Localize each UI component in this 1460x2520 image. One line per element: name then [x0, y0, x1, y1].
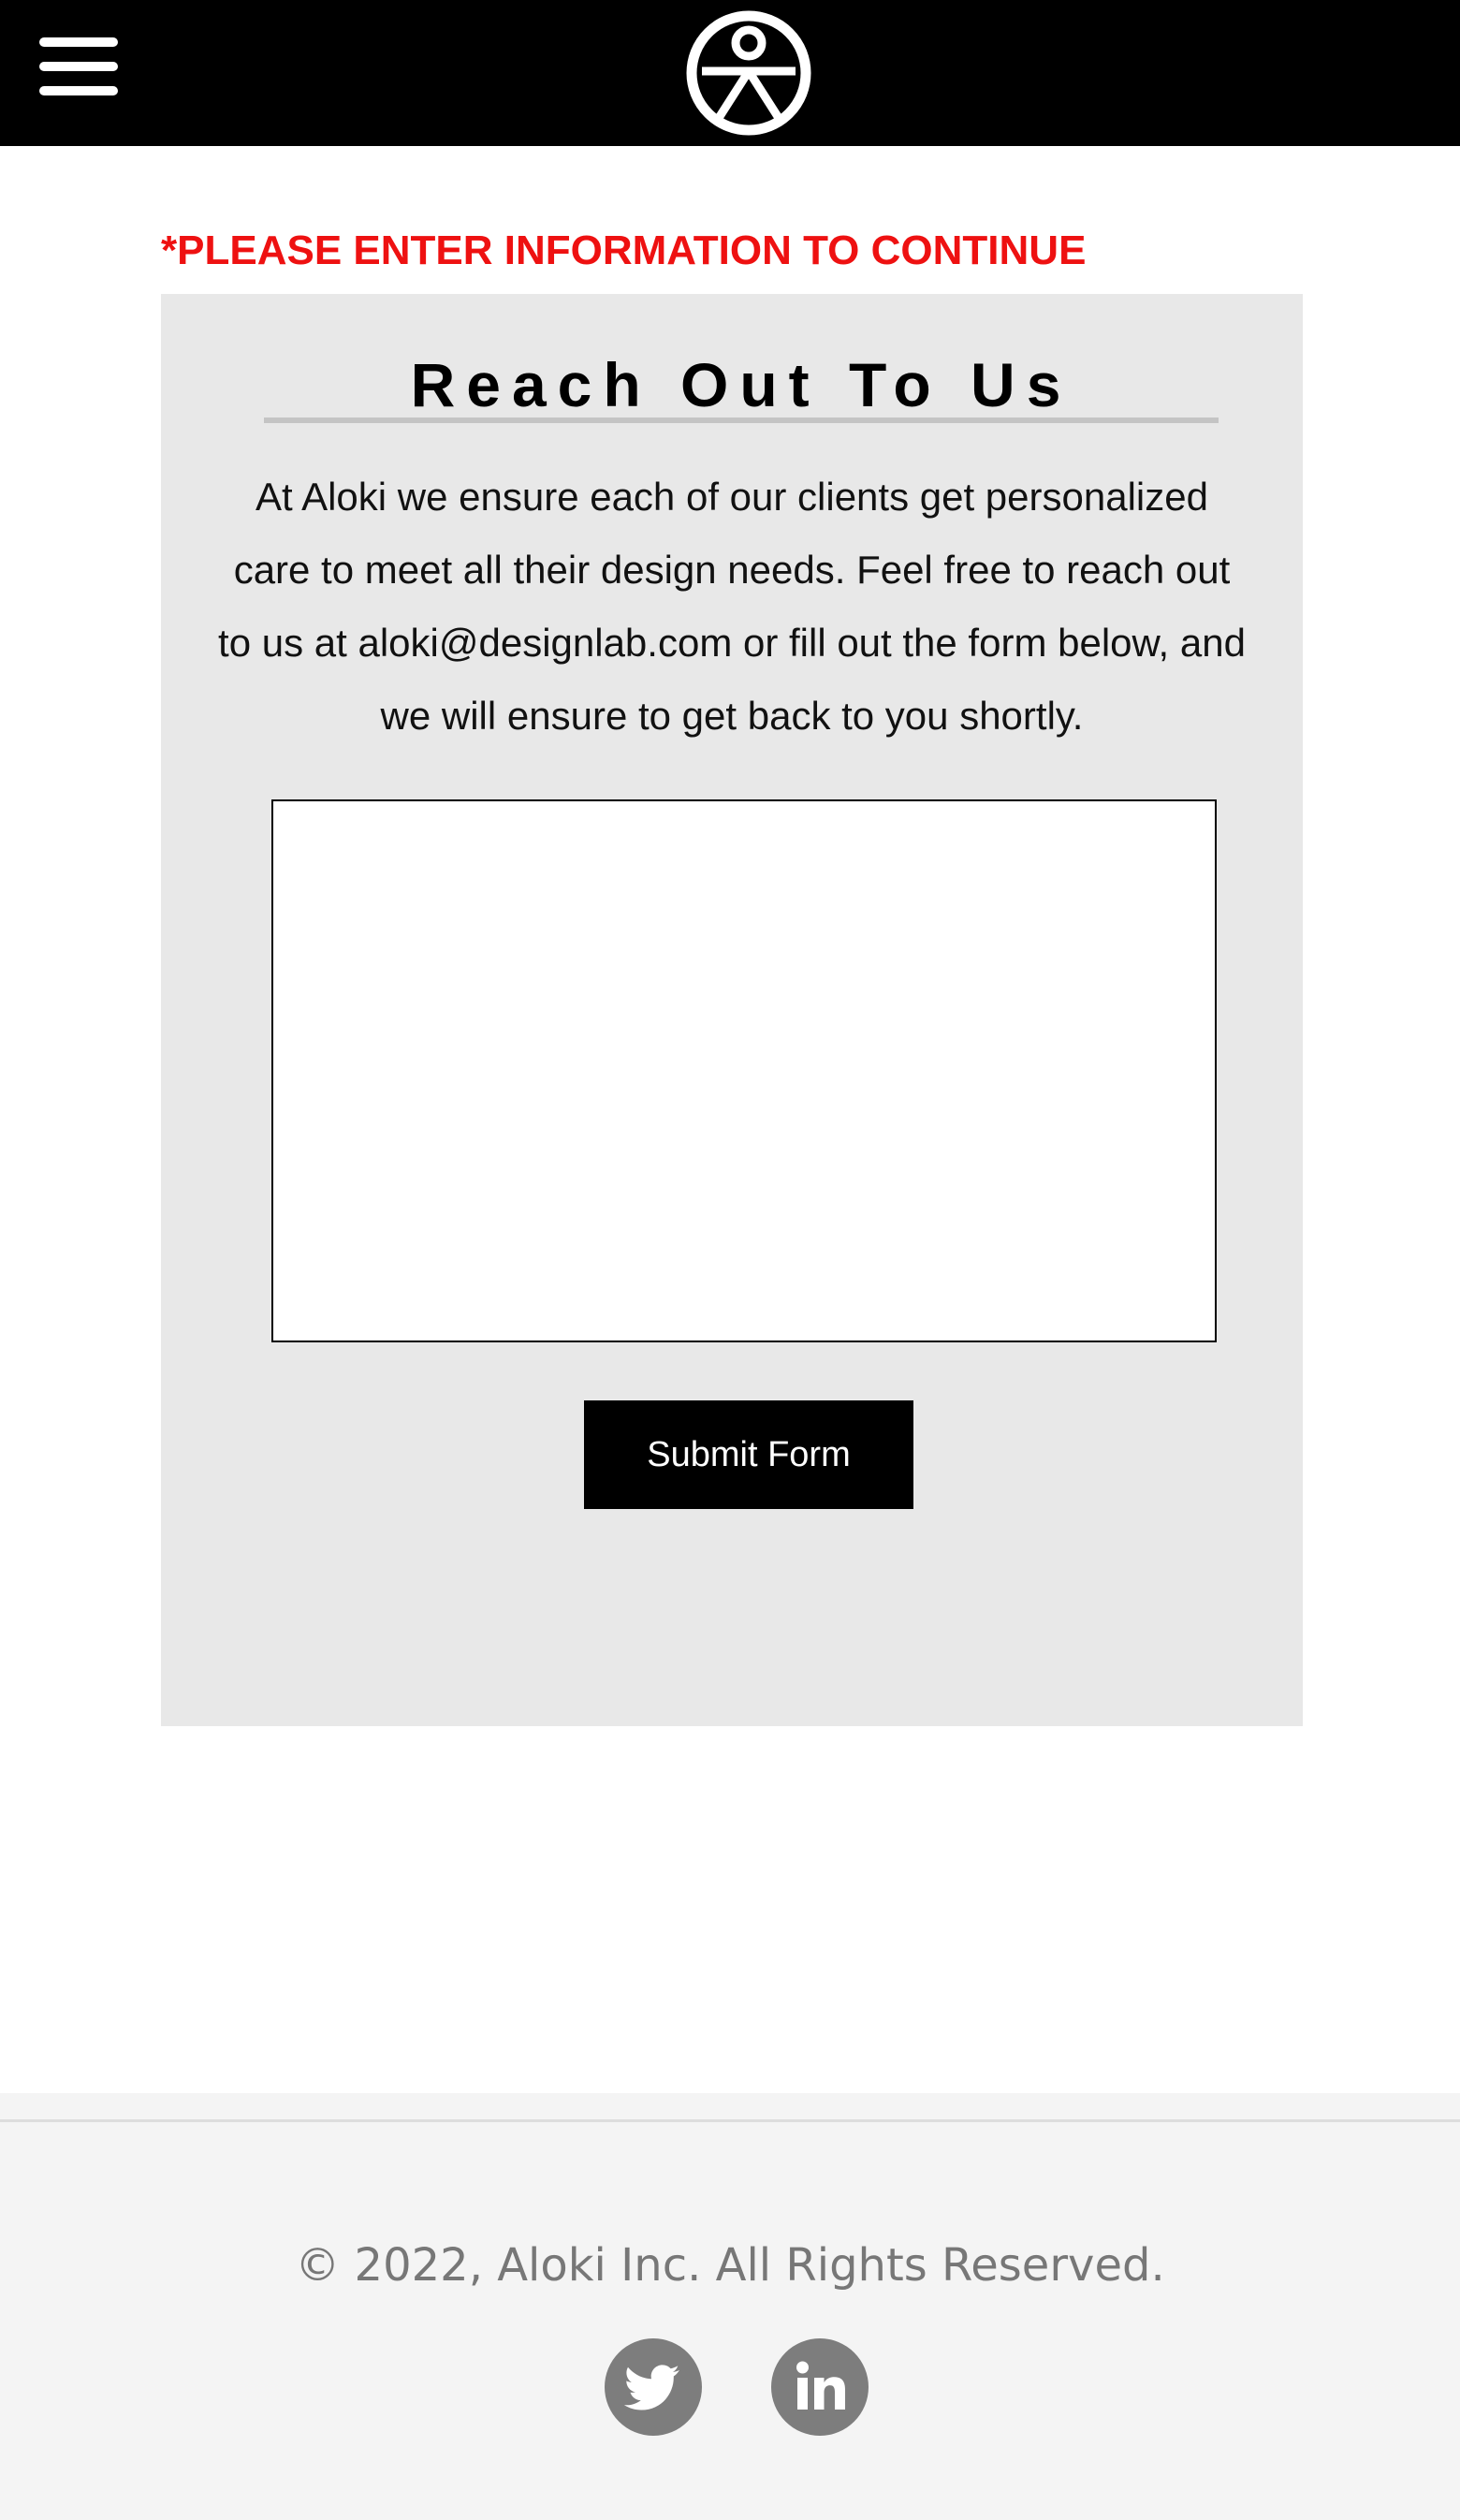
- aloki-logo-icon[interactable]: [685, 9, 812, 137]
- title-divider: [264, 418, 1219, 423]
- submit-form-button[interactable]: Submit Form: [584, 1400, 913, 1509]
- copyright-text: © 2022, Aloki Inc. All Rights Reserved.: [295, 2239, 1165, 2292]
- site-header: [0, 0, 1460, 146]
- required-info-warning: *PLEASE ENTER INFORMATION TO CONTINUE: [161, 227, 1087, 273]
- site-footer: © 2022, Aloki Inc. All Rights Reserved.: [0, 2093, 1460, 2520]
- message-textarea[interactable]: [271, 799, 1217, 1342]
- contact-page: *PLEASE ENTER INFORMATION TO CONTINUE Re…: [0, 0, 1460, 2520]
- contact-card: Reach Out To Us At Aloki we ensure each …: [161, 294, 1303, 1726]
- twitter-icon[interactable]: [605, 2338, 702, 2436]
- contact-intro-text: At Aloki we ensure each of our clients g…: [218, 475, 1246, 738]
- hamburger-menu-icon[interactable]: [34, 32, 124, 107]
- linkedin-icon[interactable]: [771, 2338, 869, 2436]
- footer-divider: [0, 2119, 1460, 2122]
